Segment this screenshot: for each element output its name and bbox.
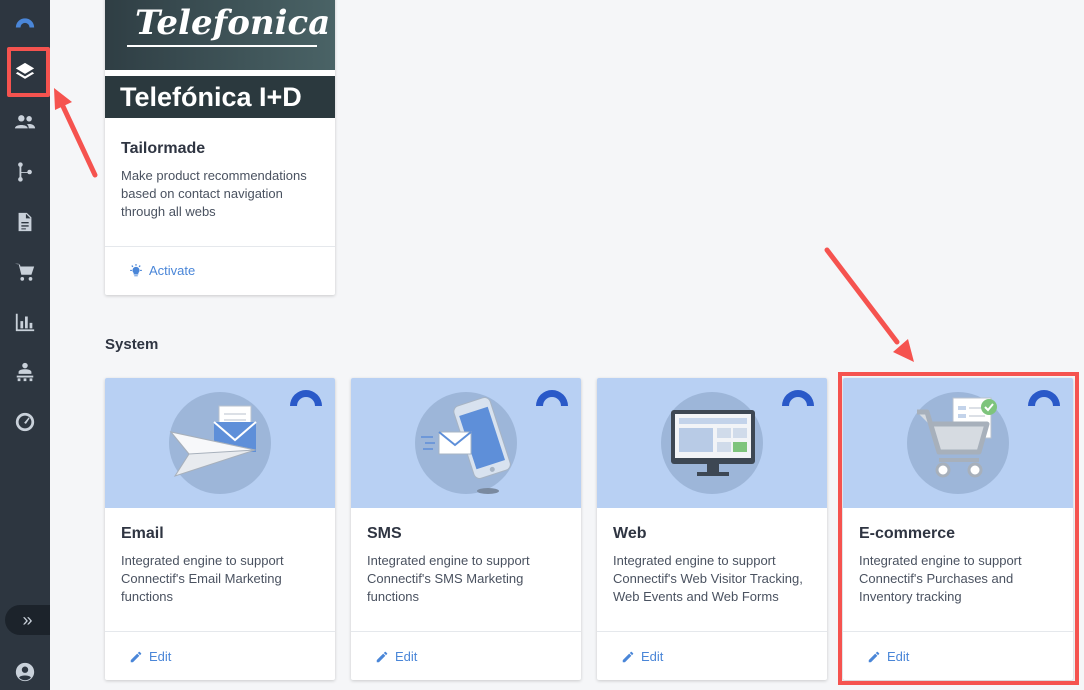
tailormade-card: Telefonica Telefónica I+D Tailormade Mak… bbox=[105, 0, 335, 295]
edit-button[interactable]: Edit bbox=[129, 649, 171, 664]
card-title: Tailormade bbox=[121, 140, 206, 157]
cart-icon[interactable] bbox=[0, 252, 50, 292]
monitor-illustration-icon bbox=[671, 410, 755, 476]
org-icon[interactable] bbox=[0, 352, 50, 392]
card-footer: Activate bbox=[105, 246, 335, 295]
sidebar-expand-button[interactable]: » bbox=[5, 605, 50, 635]
web-card-header bbox=[597, 378, 827, 508]
edit-button[interactable]: Edit bbox=[621, 649, 663, 664]
sidebar: » bbox=[0, 0, 50, 690]
activate-button[interactable]: Activate bbox=[129, 263, 195, 278]
web-card: Web Integrated engine to support Connect… bbox=[597, 378, 827, 680]
pencil-icon bbox=[376, 651, 388, 662]
lightbulb-icon bbox=[130, 263, 142, 276]
email-card-header bbox=[105, 378, 335, 508]
user-account-icon[interactable] bbox=[0, 654, 50, 690]
sidebar-highlight-box bbox=[7, 47, 50, 97]
pencil-icon bbox=[622, 651, 634, 662]
annotation-arrow-sidebar bbox=[54, 88, 98, 178]
telefonica-id-logo: Telefónica I+D bbox=[105, 76, 335, 118]
sms-card-header bbox=[351, 378, 581, 508]
envelope-illustration-icon bbox=[169, 405, 257, 477]
card-title: Email bbox=[121, 525, 164, 542]
logo-arc-icon[interactable] bbox=[0, 2, 50, 42]
card-footer: Edit bbox=[597, 631, 827, 680]
brand-arc-icon bbox=[536, 390, 568, 406]
phone-illustration-icon bbox=[421, 397, 511, 494]
card-footer: Edit bbox=[105, 631, 335, 680]
brand-arc-icon bbox=[782, 390, 814, 406]
email-card: Email Integrated engine to support Conne… bbox=[105, 378, 335, 680]
ecommerce-highlight-box bbox=[838, 372, 1079, 685]
bar-chart-icon[interactable] bbox=[0, 302, 50, 342]
section-title-system: System bbox=[105, 336, 159, 353]
card-title: SMS bbox=[367, 525, 402, 542]
card-footer: Edit bbox=[351, 631, 581, 680]
card-description: Make product recommendations based on co… bbox=[121, 168, 307, 219]
annotation-arrow-ecommerce bbox=[824, 247, 914, 362]
pencil-icon bbox=[130, 651, 142, 662]
card-description: Integrated engine to support Connectif's… bbox=[121, 553, 284, 604]
sms-card: SMS Integrated engine to support Connect… bbox=[351, 378, 581, 680]
card-title: Web bbox=[613, 525, 647, 542]
flow-icon[interactable] bbox=[0, 152, 50, 192]
edit-button[interactable]: Edit bbox=[375, 649, 417, 664]
brand-arc-icon bbox=[290, 390, 322, 406]
card-description: Integrated engine to support Connectif's… bbox=[367, 553, 530, 604]
telefonica-logo: Telefonica bbox=[105, 0, 335, 70]
document-icon[interactable] bbox=[0, 202, 50, 242]
card-description: Integrated engine to support Connectif's… bbox=[613, 553, 803, 604]
gauge-icon[interactable] bbox=[0, 402, 50, 442]
people-icon[interactable] bbox=[0, 102, 50, 142]
